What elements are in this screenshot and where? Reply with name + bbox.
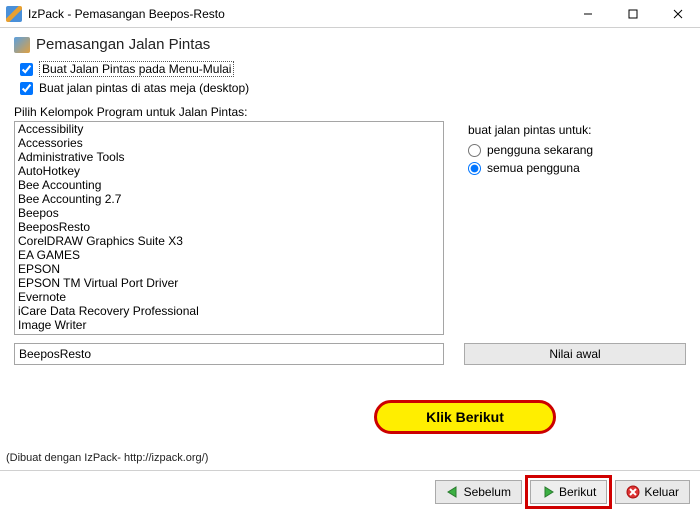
list-item[interactable]: Bee Accounting 2.7 <box>15 192 443 206</box>
quit-button-label: Keluar <box>644 485 679 499</box>
shortcut-for-label: buat jalan pintas untuk: <box>468 123 686 137</box>
title-bar: IzPack - Pemasangan Beepos-Resto <box>0 0 700 28</box>
program-group-listbox[interactable]: AccessibilityAccessoriesAdministrative T… <box>14 121 444 335</box>
list-item[interactable]: Accessories <box>15 136 443 150</box>
list-item[interactable]: EPSON <box>15 262 443 276</box>
radio-all-users[interactable]: semua pengguna <box>468 161 686 175</box>
previous-button[interactable]: Sebelum <box>435 480 522 504</box>
annotation-callout: Klik Berikut <box>374 400 556 434</box>
close-button[interactable] <box>655 0 700 28</box>
list-item[interactable]: EA GAMES <box>15 248 443 262</box>
list-item[interactable]: Bee Accounting <box>15 178 443 192</box>
checkbox-desktop-input[interactable] <box>20 82 33 95</box>
next-button-label: Berikut <box>559 485 596 499</box>
reset-button[interactable]: Nilai awal <box>464 343 686 365</box>
list-item[interactable]: Image Writer <box>15 318 443 332</box>
list-item[interactable]: Administrative Tools <box>15 150 443 164</box>
arrow-left-icon <box>446 485 460 499</box>
program-group-label: Pilih Kelompok Program untuk Jalan Pinta… <box>14 105 686 119</box>
radio-all-users-label: semua pengguna <box>487 161 580 175</box>
next-button[interactable]: Berikut <box>530 480 607 504</box>
window-title: IzPack - Pemasangan Beepos-Resto <box>28 7 565 21</box>
maximize-button[interactable] <box>610 0 655 28</box>
checkbox-start-menu-label: Buat Jalan Pintas pada Menu-Mulai <box>39 61 234 77</box>
list-item[interactable]: BeeposResto <box>15 220 443 234</box>
quit-button[interactable]: Keluar <box>615 480 690 504</box>
button-bar: Sebelum Berikut Keluar <box>0 476 700 508</box>
checkbox-start-menu[interactable]: Buat Jalan Pintas pada Menu-Mulai <box>20 61 686 77</box>
list-item[interactable]: Accessibility <box>15 122 443 136</box>
footer-credit: (Dibuat dengan IzPack- http://izpack.org… <box>6 452 208 464</box>
list-item[interactable]: iCare Data Recovery Professional <box>15 304 443 318</box>
program-group-input[interactable] <box>14 343 444 365</box>
list-item[interactable]: CorelDRAW Graphics Suite X3 <box>15 234 443 248</box>
checkbox-start-menu-input[interactable] <box>20 63 33 76</box>
annotation-callout-text: Klik Berikut <box>426 409 504 425</box>
section-heading: Pemasangan Jalan Pintas <box>36 36 210 53</box>
radio-current-user-input[interactable] <box>468 144 481 157</box>
section-icon <box>14 37 30 53</box>
checkbox-desktop-label: Buat jalan pintas di atas meja (desktop) <box>39 81 249 95</box>
app-logo <box>6 6 22 22</box>
list-item[interactable]: AutoHotkey <box>15 164 443 178</box>
radio-current-user[interactable]: pengguna sekarang <box>468 143 686 157</box>
minimize-button[interactable] <box>565 0 610 28</box>
list-item[interactable]: Evernote <box>15 290 443 304</box>
radio-current-user-label: pengguna sekarang <box>487 143 593 157</box>
checkbox-desktop[interactable]: Buat jalan pintas di atas meja (desktop) <box>20 81 686 95</box>
list-item[interactable]: Beepos <box>15 206 443 220</box>
cancel-icon <box>626 485 640 499</box>
radio-all-users-input[interactable] <box>468 162 481 175</box>
arrow-right-icon <box>541 485 555 499</box>
list-item[interactable]: EPSON TM Virtual Port Driver <box>15 276 443 290</box>
previous-button-label: Sebelum <box>464 485 511 499</box>
separator <box>0 470 700 471</box>
